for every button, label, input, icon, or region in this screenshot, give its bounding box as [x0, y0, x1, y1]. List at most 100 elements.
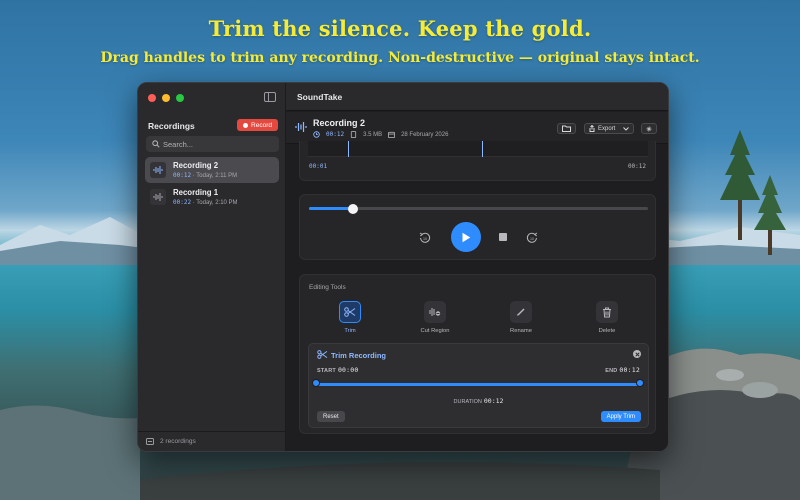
svg-text:10: 10: [530, 237, 534, 241]
waveform-icon: [295, 122, 307, 132]
trim-end-handle[interactable]: [636, 379, 644, 387]
app-title: SoundTake: [286, 83, 668, 111]
window-controls: [148, 94, 184, 102]
list-item-duration: 00:12: [173, 172, 192, 179]
trim-duration-label: DURATION: [453, 399, 482, 405]
record-button[interactable]: Record: [237, 119, 278, 131]
list-item-recording-2[interactable]: Recording 2 00:12 · Today, 2:11 PM: [145, 157, 279, 183]
waveform-end-time: 00:12: [627, 163, 646, 170]
app-title-text: SoundTake: [297, 91, 343, 102]
export-label: Export: [598, 125, 616, 132]
list-item-name: Recording 1: [173, 188, 219, 197]
hero-subheadline: Drag handles to trim any recording. Non-…: [100, 50, 700, 66]
clock-icon: [313, 131, 320, 138]
hero-headline: Trim the silence. Keep the gold.: [208, 16, 592, 41]
recording-name: Recording 2: [313, 118, 366, 128]
trim-end: END 00:12: [605, 366, 640, 374]
recording-header: Recording 2 00:12 3.5 MB 28 February 202…: [286, 112, 668, 144]
reset-button[interactable]: Reset: [317, 411, 345, 422]
stop-button[interactable]: [499, 233, 507, 241]
apply-trim-button[interactable]: Apply Trim: [600, 411, 641, 422]
trim-duration-value: 00:12: [483, 397, 504, 405]
trim-end-label: END: [605, 368, 618, 374]
trim-duration: DURATION 00:12: [309, 397, 648, 405]
tool-delete[interactable]: Delete: [582, 301, 632, 334]
waveform-marker: [482, 141, 483, 157]
trim-start-value: 00:00: [337, 366, 359, 374]
close-window-button[interactable]: [148, 94, 156, 102]
scissors-icon: [344, 307, 356, 317]
sidebar: Recordings Record Recording 2 00:12 · To…: [138, 83, 286, 451]
trim-start-label: START: [317, 368, 336, 374]
settings-button[interactable]: [641, 123, 657, 134]
app-window: Recordings Record Recording 2 00:12 · To…: [137, 82, 669, 452]
trim-end-value: 00:12: [619, 366, 640, 374]
zoom-window-button[interactable]: [176, 94, 184, 102]
editing-tools-panel: Editing Tools Trim Cut Region Rename Del…: [299, 274, 656, 434]
record-dot-icon: [243, 122, 249, 128]
trim-start-handle[interactable]: [312, 379, 320, 387]
background-tree-small: [754, 175, 786, 255]
recording-size: 3.5 MB: [363, 131, 383, 138]
calendar-icon: [388, 131, 396, 138]
tool-label: Cut Region: [420, 328, 450, 334]
cut-region-icon: [429, 308, 441, 316]
share-icon: [589, 125, 595, 132]
waveform-marker: [348, 141, 349, 157]
tool-label: Trim: [344, 328, 356, 334]
trim-recording-card: Trim Recording START 00:00 END 00:12 DURAT…: [308, 343, 649, 428]
search-input[interactable]: [163, 139, 273, 149]
tool-cut-region[interactable]: Cut Region: [410, 301, 460, 334]
recordings-count-icon: [146, 438, 154, 445]
skip-back-icon: 10: [419, 232, 431, 243]
chevron-down-icon: [623, 126, 630, 131]
recording-duration: 00:12: [326, 131, 345, 138]
seek-slider[interactable]: [309, 204, 648, 214]
pencil-icon: [517, 308, 525, 316]
minimize-window-button[interactable]: [162, 94, 170, 102]
export-button[interactable]: Export: [584, 123, 635, 134]
play-icon: [462, 232, 471, 242]
list-item-recording-1[interactable]: Recording 1 00:22 · Today, 2:10 PM: [145, 184, 279, 210]
waveform-canvas[interactable]: [308, 141, 648, 157]
sidebar-footer: 2 recordings: [138, 431, 285, 451]
seek-handle[interactable]: [348, 204, 359, 214]
list-item-time: Today, 2:10 PM: [196, 200, 238, 206]
search-field[interactable]: [146, 136, 279, 152]
close-icon[interactable]: [633, 350, 641, 358]
list-item-time: Today, 2:11 PM: [196, 173, 238, 179]
tool-label: Delete: [598, 328, 616, 334]
waveform-icon: [150, 162, 166, 178]
seek-progress: [309, 207, 354, 210]
recordings-count: 2 recordings: [160, 438, 196, 445]
sidebar-title: Recordings: [148, 121, 195, 131]
record-button-label: Record: [251, 121, 272, 129]
main-content: SoundTake Recording 2 00:12 3.5 MB 28 Fe…: [286, 83, 668, 451]
tool-label: Rename: [510, 328, 532, 334]
file-icon: [350, 131, 357, 138]
skip-forward-icon: 10: [526, 232, 538, 243]
gear-icon: [646, 126, 652, 131]
recording-date: 28 February 2026: [401, 131, 449, 138]
sidebar-toggle-icon[interactable]: [264, 92, 276, 102]
skip-forward-10-button[interactable]: 10: [526, 231, 538, 249]
trash-icon: [603, 307, 611, 317]
trim-title: Trim Recording: [331, 351, 387, 360]
folder-icon: [562, 125, 571, 132]
search-icon: [152, 140, 160, 148]
waveform-start-time: 00:01: [309, 163, 328, 170]
waveform-panel: 00:01 00:12: [299, 141, 656, 181]
list-item-duration: 00:22: [173, 199, 192, 206]
svg-text:10: 10: [423, 237, 427, 241]
skip-back-10-button[interactable]: 10: [419, 231, 431, 249]
play-button[interactable]: [451, 222, 481, 252]
show-in-folder-button[interactable]: [557, 123, 576, 134]
waveform-icon: [150, 189, 166, 205]
editing-tools-title: Editing Tools: [309, 284, 346, 291]
scissors-icon: [317, 350, 328, 359]
list-item-name: Recording 2: [173, 161, 219, 170]
player-panel: 10 10: [299, 194, 656, 260]
tool-rename[interactable]: Rename: [496, 301, 546, 334]
trim-range-slider[interactable]: [315, 383, 640, 386]
tool-trim[interactable]: Trim: [325, 301, 375, 334]
